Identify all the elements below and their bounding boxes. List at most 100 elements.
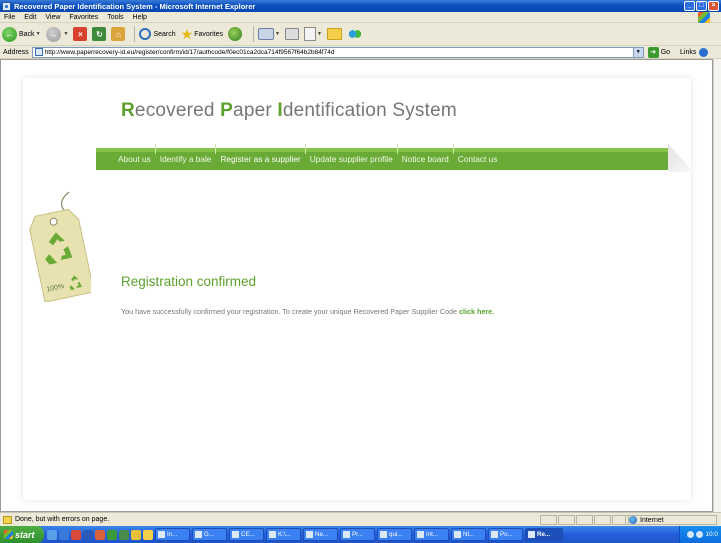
task-icon bbox=[528, 531, 535, 538]
mail-icon bbox=[258, 28, 275, 40]
status-pane bbox=[594, 515, 611, 525]
address-url[interactable]: http://www.paperrecovery-id.eu/register/… bbox=[45, 49, 335, 56]
page-viewport[interactable]: Recovered Paper Identification System Ab… bbox=[0, 59, 713, 512]
taskbar-item[interactable]: In... bbox=[155, 528, 190, 541]
site-title[interactable]: Recovered Paper Identification System bbox=[121, 100, 457, 122]
task-icon bbox=[491, 531, 498, 538]
taskbar-item[interactable]: Ne... bbox=[303, 528, 338, 541]
taskbar-item-active[interactable]: Re... bbox=[525, 528, 563, 541]
taskbar-item[interactable]: qui... bbox=[377, 528, 412, 541]
refresh-icon: ↻ bbox=[92, 27, 107, 41]
messenger-quicklaunch-icon[interactable] bbox=[131, 529, 141, 540]
taskbar-item[interactable]: Po... bbox=[488, 528, 523, 541]
page-error-icon[interactable] bbox=[3, 515, 12, 524]
task-label: Po... bbox=[500, 531, 513, 538]
task-label: Pr... bbox=[352, 531, 364, 538]
tray-icon[interactable] bbox=[696, 531, 704, 538]
media-button[interactable] bbox=[228, 27, 244, 41]
maximize-button[interactable]: □ bbox=[696, 1, 707, 11]
task-icon bbox=[343, 531, 350, 538]
ie-app-icon bbox=[2, 1, 11, 11]
messenger-icon bbox=[346, 27, 363, 41]
page-icon bbox=[34, 48, 43, 56]
nav-contact-us[interactable]: Contact us bbox=[452, 144, 497, 170]
print-icon bbox=[284, 28, 299, 40]
taskbar-item[interactable]: Int... bbox=[414, 528, 449, 541]
search-button[interactable]: Search bbox=[139, 28, 176, 40]
window-title: Recovered Paper Identification System - … bbox=[14, 1, 256, 11]
address-dropdown-icon[interactable]: ▼ bbox=[632, 47, 643, 57]
ie-quicklaunch-icon[interactable] bbox=[59, 529, 69, 540]
mail-dropdown-icon[interactable]: ▼ bbox=[275, 31, 280, 37]
edit-dropdown-icon[interactable]: ▼ bbox=[317, 31, 322, 37]
confirmation-message: You have successfully confirmed your reg… bbox=[121, 307, 494, 316]
taskbar-item[interactable]: G... bbox=[192, 528, 227, 541]
back-label: Back bbox=[19, 30, 35, 38]
clock[interactable]: 10:0 bbox=[705, 531, 718, 538]
recycle-tag-icon: 100% bbox=[29, 191, 91, 302]
nav-about-us[interactable]: About us bbox=[118, 148, 151, 170]
go-label: Go bbox=[660, 48, 671, 56]
excel-quicklaunch-icon[interactable] bbox=[107, 529, 117, 540]
edit-button[interactable]: ▼ bbox=[303, 27, 322, 41]
click-here-link[interactable]: click here. bbox=[459, 307, 494, 316]
links-button[interactable]: Links bbox=[680, 47, 709, 57]
nav-notice-board[interactable]: Notice board bbox=[396, 144, 449, 170]
windows-logo-icon bbox=[698, 12, 710, 23]
back-dropdown-icon[interactable]: ▼ bbox=[36, 31, 41, 37]
stop-icon: × bbox=[73, 27, 88, 41]
search-label: Search bbox=[153, 30, 176, 38]
back-button[interactable]: ← Back ▼ bbox=[2, 26, 41, 42]
taskbar-item[interactable]: Pr... bbox=[340, 528, 375, 541]
address-bar: Address http://www.paperrecovery-id.eu/r… bbox=[0, 46, 721, 59]
start-button[interactable]: start bbox=[0, 526, 44, 543]
menu-help[interactable]: Help bbox=[133, 14, 147, 21]
minimize-button[interactable]: _ bbox=[684, 1, 695, 11]
nav-identify-bale[interactable]: Identify a bale bbox=[154, 144, 211, 170]
nav-register-supplier[interactable]: Register as a supplier bbox=[215, 144, 301, 170]
task-icon bbox=[195, 531, 202, 538]
page-container bbox=[23, 78, 691, 500]
close-button[interactable]: × bbox=[708, 1, 719, 11]
acrobat-quicklaunch-icon[interactable] bbox=[71, 529, 81, 540]
status-panes bbox=[540, 515, 629, 525]
vertical-scrollbar[interactable] bbox=[713, 59, 721, 512]
task-icon bbox=[269, 531, 276, 538]
search-icon bbox=[139, 28, 152, 40]
mail-button[interactable]: ▼ bbox=[258, 28, 280, 40]
edit-document-icon bbox=[303, 27, 316, 41]
favorites-star-icon: ★ bbox=[180, 26, 194, 42]
tray-icon[interactable] bbox=[687, 531, 695, 538]
home-button[interactable]: ⌂ bbox=[111, 27, 126, 41]
show-desktop-icon[interactable] bbox=[47, 529, 57, 540]
taskbar-item[interactable]: CE... bbox=[229, 528, 264, 541]
taskbar-item[interactable]: K:\... bbox=[266, 528, 301, 541]
word-quicklaunch-icon[interactable] bbox=[83, 529, 93, 540]
zone-label: Internet bbox=[640, 516, 664, 524]
folder-button[interactable] bbox=[326, 28, 342, 40]
task-label: qui... bbox=[389, 531, 403, 538]
forward-arrow-icon: → bbox=[45, 26, 61, 42]
messenger-button[interactable] bbox=[346, 27, 363, 41]
refresh-button[interactable]: ↻ bbox=[92, 27, 107, 41]
project-quicklaunch-icon[interactable] bbox=[119, 529, 129, 540]
status-pane bbox=[540, 515, 557, 525]
stop-button[interactable]: × bbox=[73, 27, 88, 41]
menu-file[interactable]: File bbox=[4, 14, 15, 21]
menu-tools[interactable]: Tools bbox=[107, 14, 123, 21]
window-title-bar[interactable]: Recovered Paper Identification System - … bbox=[0, 0, 721, 12]
forward-button[interactable]: → ▼ bbox=[45, 26, 69, 42]
folder-quicklaunch-icon[interactable] bbox=[143, 529, 153, 540]
menu-view[interactable]: View bbox=[45, 14, 60, 21]
menu-edit[interactable]: Edit bbox=[24, 14, 36, 21]
forward-dropdown-icon[interactable]: ▼ bbox=[64, 31, 69, 37]
start-label: start bbox=[15, 529, 35, 540]
menu-favorites[interactable]: Favorites bbox=[69, 14, 98, 21]
favorites-button[interactable]: ★ Favorites bbox=[181, 27, 223, 41]
nav-update-profile[interactable]: Update supplier profile bbox=[304, 144, 393, 170]
address-input[interactable]: http://www.paperrecovery-id.eu/register/… bbox=[31, 46, 644, 58]
powerpoint-quicklaunch-icon[interactable] bbox=[95, 529, 105, 540]
print-button[interactable] bbox=[284, 28, 299, 40]
go-button[interactable]: ➜ Go bbox=[647, 46, 671, 58]
taskbar-item[interactable]: Nt... bbox=[451, 528, 486, 541]
